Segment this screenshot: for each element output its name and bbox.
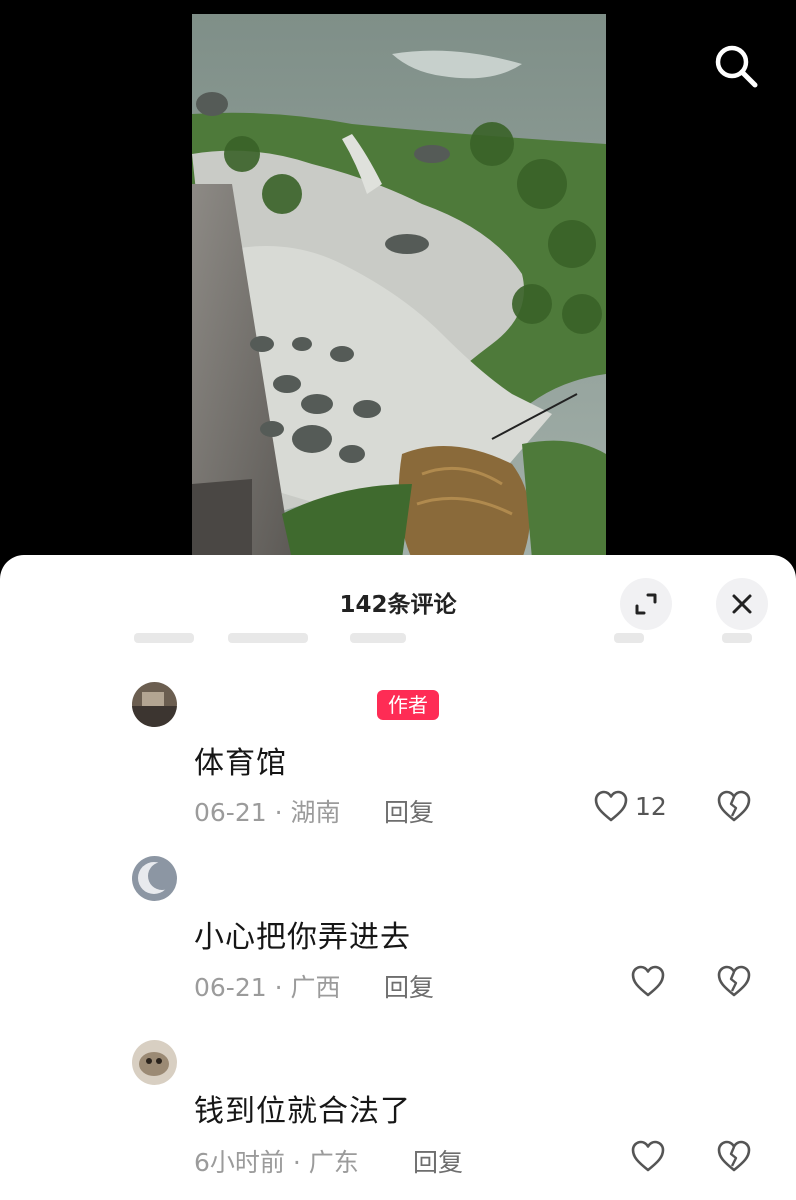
dislike-button[interactable] bbox=[716, 789, 752, 827]
author-badge: 作者 bbox=[377, 690, 439, 720]
close-button[interactable] bbox=[716, 578, 768, 630]
like-count: 12 bbox=[635, 791, 667, 821]
avatar[interactable] bbox=[132, 682, 177, 727]
comment-text: 小心把你弄进去 bbox=[194, 920, 411, 955]
heart-icon bbox=[631, 1140, 665, 1172]
expand-button[interactable] bbox=[620, 578, 672, 630]
broken-heart-icon bbox=[717, 1140, 751, 1172]
video-frame[interactable] bbox=[192, 14, 606, 559]
reply-button[interactable]: 回复 bbox=[384, 968, 434, 1004]
comment-meta: 6小时前 · 广东 bbox=[194, 1148, 359, 1177]
broken-heart-icon bbox=[717, 965, 751, 997]
heart-icon bbox=[631, 965, 665, 997]
comments-count-title: 142条评论 bbox=[339, 592, 457, 618]
reply-button[interactable]: 回复 bbox=[384, 793, 434, 829]
dislike-button[interactable] bbox=[716, 964, 752, 1002]
scrolled-comment-row bbox=[0, 629, 796, 651]
video-thumbnail bbox=[192, 14, 606, 559]
search-button[interactable] bbox=[706, 36, 766, 96]
comment-meta: 06-21 · 广西 bbox=[194, 973, 341, 1002]
comment-text: 体育馆 bbox=[194, 746, 287, 781]
comment-meta: 06-21 · 湖南 bbox=[194, 798, 341, 827]
heart-icon bbox=[594, 790, 628, 822]
close-icon bbox=[732, 594, 752, 614]
reply-button[interactable]: 回复 bbox=[413, 1143, 463, 1179]
video-player[interactable] bbox=[0, 0, 796, 575]
comment-text: 钱到位就合法了 bbox=[194, 1094, 411, 1129]
like-button[interactable] bbox=[630, 964, 666, 998]
avatar[interactable] bbox=[132, 1040, 177, 1085]
avatar[interactable] bbox=[132, 856, 177, 901]
like-button[interactable]: 12 bbox=[593, 789, 667, 823]
broken-heart-icon bbox=[717, 790, 751, 822]
comments-sheet: 142条评论 作者 体育馆 06-21 · 湖南 回复 12 小心把你弄进去 0… bbox=[0, 555, 796, 1200]
expand-icon bbox=[635, 593, 657, 615]
like-button[interactable] bbox=[630, 1139, 666, 1173]
dislike-button[interactable] bbox=[716, 1139, 752, 1177]
search-icon bbox=[715, 45, 758, 88]
